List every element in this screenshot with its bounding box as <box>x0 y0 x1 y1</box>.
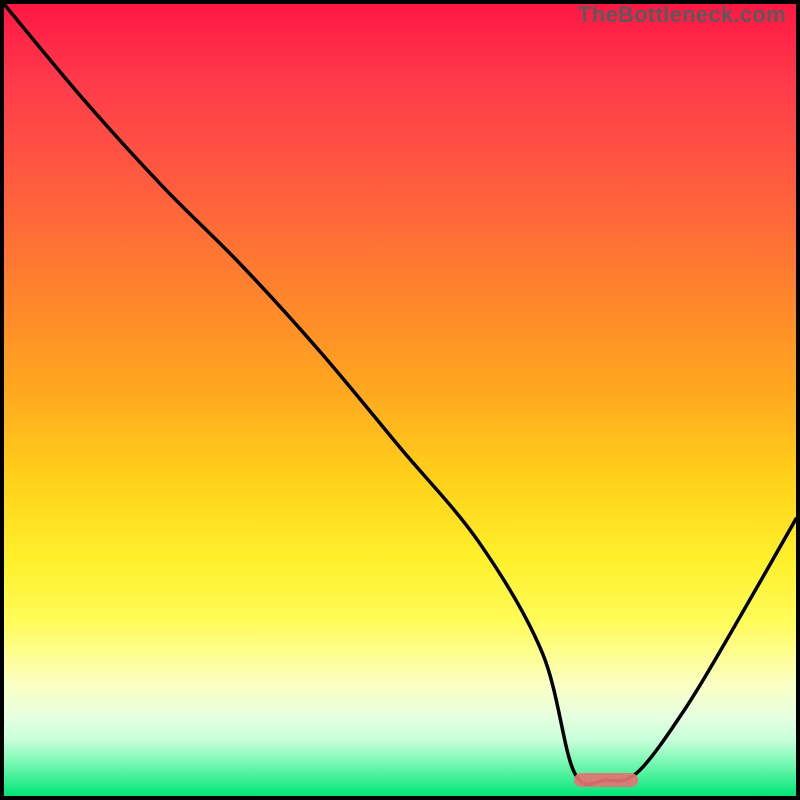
chart-frame: TheBottleneck.com <box>0 0 800 800</box>
optimal-marker <box>574 773 637 787</box>
bottleneck-curve <box>4 4 796 796</box>
watermark-text: TheBottleneck.com <box>578 2 786 28</box>
curve-path <box>4 4 796 784</box>
